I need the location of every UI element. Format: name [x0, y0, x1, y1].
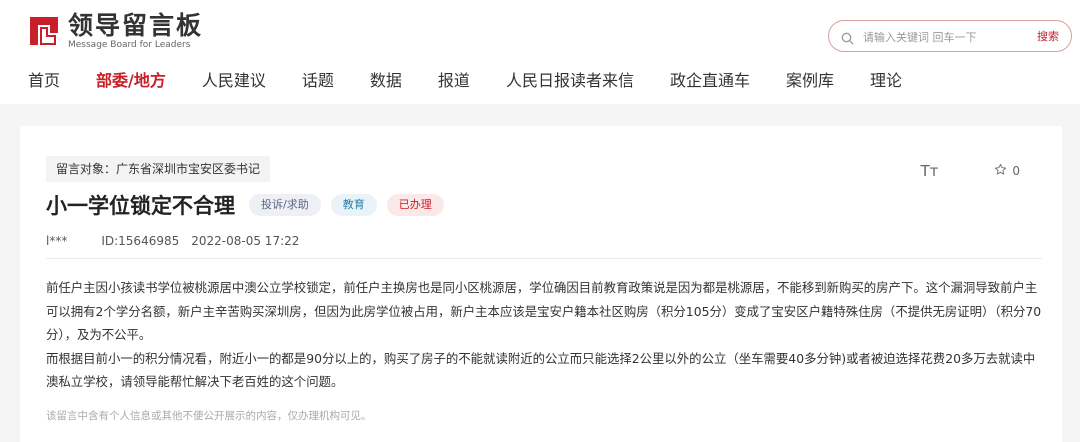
message-user: l***: [46, 234, 68, 248]
nav-item-readers-letters[interactable]: 人民日报读者来信: [506, 70, 634, 92]
nav-item-cases[interactable]: 案例库: [786, 70, 834, 92]
logo-subtitle: Message Board for Leaders: [68, 40, 191, 50]
divider: [46, 258, 1042, 259]
message-meta: l*** ID:15646985 2022-08-05 17:22: [46, 234, 299, 248]
message-card: 留言对象：广东省深圳市宝安区委书记 Tт 0 小一学位锁定不合理 投诉/求助 教…: [20, 126, 1062, 442]
message-paragraph: 而根据目前小一的积分情况看，附近小一的都是90分以上的，购买了房子的不能就读附近…: [46, 350, 1036, 390]
privacy-note: 该留言中含有个人信息或其他不便公开展示的内容，仅办理机构可见。: [46, 410, 372, 422]
search-icon: [841, 30, 854, 49]
nav-item-reports[interactable]: 报道: [438, 70, 470, 92]
message-target: 留言对象：广东省深圳市宝安区委书记: [46, 156, 271, 182]
nav-item-data[interactable]: 数据: [370, 70, 402, 92]
nav-item-home[interactable]: 首页: [28, 70, 60, 92]
search-button[interactable]: 搜索: [1037, 28, 1059, 44]
type-tag: 投诉/求助: [249, 194, 321, 216]
message-body: 前任户主因小孩读书学位被桃源居中澳公立学校锁定，前任户主换房也是同小区桃源居，学…: [46, 276, 1046, 394]
message-date: 2022-08-05 17:22: [191, 234, 300, 248]
nav-item-topics[interactable]: 话题: [302, 70, 334, 92]
message-paragraph: 前任户主因小孩读书学位被桃源居中澳公立学校锁定，前任户主换房也是同小区桃源居，学…: [46, 280, 1042, 342]
font-size-toggle[interactable]: Tт: [920, 162, 938, 180]
message-tools: Tт 0: [920, 162, 1020, 180]
nav-item-theory[interactable]: 理论: [870, 70, 902, 92]
search-input[interactable]: [863, 27, 1023, 47]
field-tag: 教育: [330, 194, 377, 216]
title-row: 小一学位锁定不合理 投诉/求助 教育 已办理: [46, 190, 454, 220]
site-logo[interactable]: 领导留言板 Message Board for Leaders: [26, 12, 203, 50]
nav-item-gov-enterprise[interactable]: 政企直通车: [670, 70, 750, 92]
star-icon: [994, 163, 1007, 179]
favorite-count: 0: [1012, 164, 1020, 178]
logo-title: 领导留言板: [68, 11, 204, 40]
message-title: 小一学位锁定不合理: [46, 194, 235, 218]
nav-item-ministries-local[interactable]: 部委/地方: [96, 70, 166, 92]
status-badge: 已办理: [386, 194, 444, 216]
main-nav: 首页 部委/地方 人民建议 话题 数据 报道 人民日报读者来信 政企直通车 案例…: [28, 70, 938, 92]
nav-item-suggestions[interactable]: 人民建议: [202, 70, 266, 92]
search-box: 搜索: [828, 20, 1072, 52]
logo-icon: [26, 13, 62, 49]
top-header: 领导留言板 Message Board for Leaders 搜索 首页 部委…: [0, 0, 1080, 104]
favorite-button[interactable]: 0: [994, 163, 1020, 179]
message-id: ID:15646985: [101, 234, 180, 248]
